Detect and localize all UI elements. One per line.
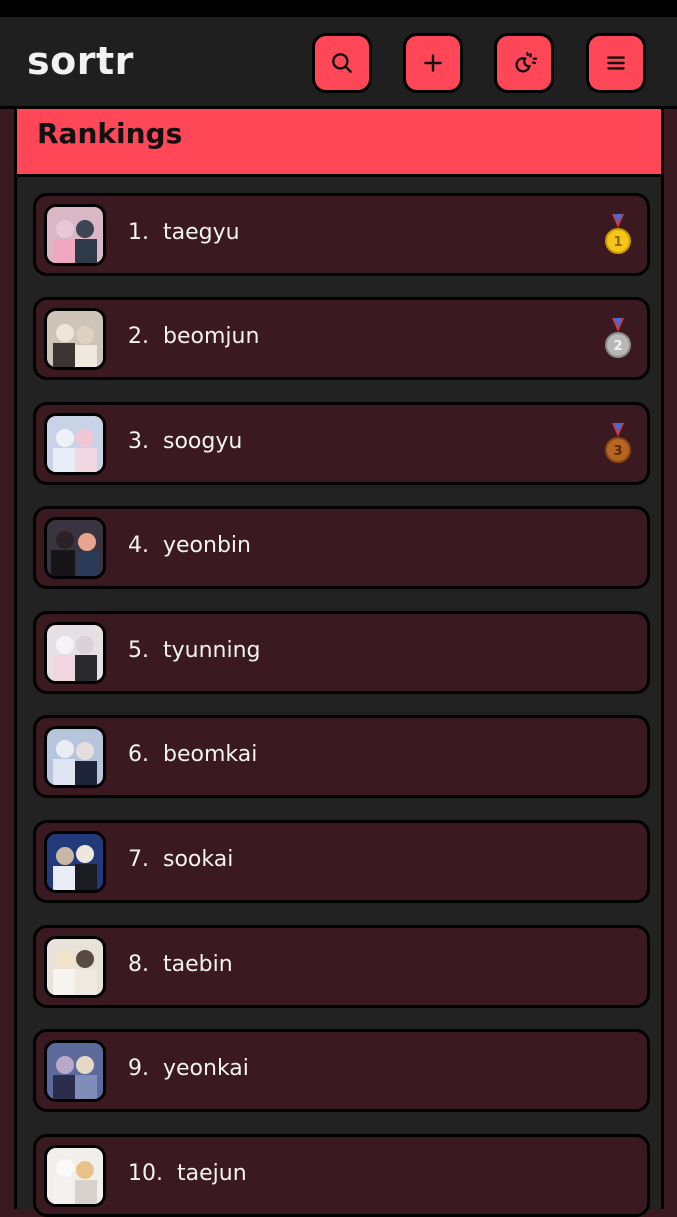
page-background [0, 109, 14, 1200]
theme-toggle-icon [515, 52, 537, 73]
ranking-row[interactable]: 3. soogyu 3 [33, 402, 650, 485]
status-bar [0, 0, 677, 17]
ranking-row[interactable]: 5. tyunning [33, 611, 650, 694]
ship-thumbnail [44, 936, 106, 998]
ship-thumbnail [44, 308, 106, 370]
menu-button[interactable] [586, 33, 646, 93]
svg-text:3: 3 [613, 444, 622, 459]
ranking-row[interactable]: 9. yeonkai [33, 1029, 650, 1112]
ranking-label: 5. tyunning [128, 638, 261, 663]
ranking-row[interactable]: 8. taebin [33, 925, 650, 1008]
menu-icon [607, 56, 625, 70]
search-icon [332, 53, 352, 73]
ranking-label: 3. soogyu [128, 429, 243, 454]
ranking-label: 10. taejun [128, 1161, 247, 1186]
ranking-row[interactable]: 1. taegyu 1 [33, 193, 650, 276]
ranking-row[interactable]: 4. yeonbin [33, 506, 650, 589]
app-logo[interactable]: sortr [27, 39, 134, 83]
rankings-panel: Rankings 1. taegyu 1 2. beomjun 2 3. soo… [14, 109, 664, 1217]
ship-thumbnail [44, 831, 106, 893]
ranking-label: 7. sookai [128, 847, 234, 872]
ranking-label: 1. taegyu [128, 220, 240, 245]
ranking-label: 9. yeonkai [128, 1056, 249, 1081]
bronze-medal-icon: 3 [605, 423, 631, 463]
ranking-label: 6. beomkai [128, 742, 258, 767]
silver-medal-icon: 2 [605, 318, 631, 358]
panel-title: Rankings [37, 117, 183, 150]
ship-thumbnail [44, 622, 106, 684]
ranking-row[interactable]: 6. beomkai [33, 715, 650, 798]
ship-thumbnail [44, 1040, 106, 1102]
search-button[interactable] [312, 33, 372, 93]
ranking-label: 8. taebin [128, 952, 233, 977]
svg-text:2: 2 [613, 339, 622, 354]
ranking-row[interactable]: 7. sookai [33, 820, 650, 903]
svg-text:1: 1 [613, 235, 622, 250]
ship-thumbnail [44, 1145, 106, 1207]
theme-toggle-button[interactable] [494, 33, 554, 93]
ranking-row[interactable]: 2. beomjun 2 [33, 297, 650, 380]
ship-thumbnail [44, 204, 106, 266]
plus-icon [424, 54, 442, 72]
ship-thumbnail [44, 726, 106, 788]
add-button[interactable] [403, 33, 463, 93]
top-app-bar: sortr [0, 17, 677, 109]
ship-thumbnail [44, 413, 106, 475]
rankings-header: Rankings [17, 109, 661, 177]
ranking-label: 2. beomjun [128, 324, 260, 349]
gold-medal-icon: 1 [605, 214, 631, 254]
ship-thumbnail [44, 517, 106, 579]
ranking-row[interactable]: 10. taejun [33, 1134, 650, 1217]
ranking-label: 4. yeonbin [128, 533, 251, 558]
